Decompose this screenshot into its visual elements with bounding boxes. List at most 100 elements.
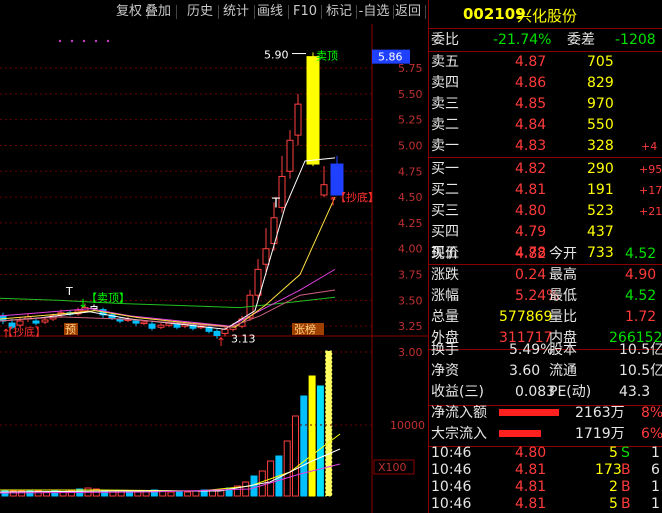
candle-body	[41, 319, 49, 323]
tick-row: 10:46 4.80 5 S 1	[429, 445, 662, 462]
fund-label-2: PE(动)	[549, 384, 592, 400]
down-arrow-icon: ↓	[78, 297, 88, 311]
stat-row: 现价 4.82 今开 4.52	[429, 244, 662, 265]
tick-volume: 2	[609, 479, 618, 495]
volume-bar	[308, 375, 316, 497]
low-price-label: 3.13	[231, 333, 256, 346]
tick-volume: 5	[609, 496, 618, 512]
flow-value: 2163万	[575, 405, 625, 421]
ma-line-green	[0, 296, 336, 309]
tick-price: 4.81	[515, 479, 547, 495]
ask-price: 4.83	[515, 138, 547, 154]
stat-label-1: 现价	[431, 246, 459, 262]
candle-body	[148, 323, 156, 329]
buy-bottom-tag-right: 【抄底】	[335, 190, 379, 204]
marker-dot	[58, 39, 62, 43]
weibi-label: 委比	[431, 32, 459, 48]
ask-price: 4.85	[515, 96, 547, 112]
toolbar-button-6[interactable]: 标记	[324, 3, 354, 21]
volume-bar	[283, 440, 291, 497]
candle-body	[306, 56, 320, 165]
bid-label: 买二	[431, 182, 459, 198]
toolbar-button-4[interactable]: 画线	[254, 3, 286, 21]
bid-row[interactable]: 买三 4.80 523 +21	[429, 201, 662, 222]
tick-side: B	[621, 479, 631, 495]
fund-value-2: 43.3	[619, 384, 651, 400]
ask-row[interactable]: 卖四 4.86 829	[429, 73, 662, 94]
stat-value-2: 4.90	[625, 267, 657, 283]
bid-row[interactable]: 买二 4.81 191 +17	[429, 180, 662, 201]
marker-dot	[70, 39, 74, 43]
bid-volume: 523	[587, 203, 614, 219]
toolbar-button-2[interactable]: 历史	[184, 3, 216, 21]
toolbar: 复权 叠加 历史 统计 画线 F10 标记 -自选 返回	[0, 0, 428, 24]
candle-body	[221, 328, 229, 334]
fund-value-1: 3.60	[509, 363, 541, 379]
stat-label-2: 最高	[549, 267, 577, 283]
price-label-6: 4.25	[398, 217, 423, 230]
toolbar-button-7[interactable]: -自选	[357, 3, 391, 21]
stat-value-1: 4.82	[515, 246, 547, 262]
flow-label: 净流入额	[431, 405, 487, 421]
volume-bar	[325, 350, 333, 497]
bid-price: 4.82	[515, 161, 547, 177]
ask-row[interactable]: 卖三 4.85 970	[429, 94, 662, 115]
price-label-9: 3.50	[398, 294, 423, 307]
candle-body	[320, 184, 328, 196]
ask-label: 卖五	[431, 54, 459, 70]
volume-bar	[134, 491, 142, 497]
toolbar-button-1[interactable]: 叠加	[142, 3, 174, 21]
stock-name: 兴化股份	[517, 7, 578, 25]
tick-row: 10:46 4.81 2 B 1	[429, 479, 662, 496]
up-arrow-icon: ↑	[216, 335, 226, 349]
fund-label-2: 流通	[549, 363, 577, 379]
volume-bar	[175, 490, 183, 497]
fundamental-row: 净资 3.60 流通 10.5亿	[429, 361, 662, 382]
ma-line-pink	[0, 289, 336, 328]
bid-label: 买三	[431, 203, 459, 219]
tick-time: 10:46	[431, 445, 472, 461]
bid-change: +17	[639, 184, 662, 197]
bid-price: 4.80	[515, 203, 547, 219]
price-label-11: 3.00	[398, 346, 423, 359]
stat-label-1: 涨幅	[431, 288, 459, 304]
tick-time: 10:46	[431, 462, 472, 478]
ask-label: 卖四	[431, 75, 459, 91]
stat-label-2: 今开	[549, 246, 577, 262]
tick-row: 10:46 4.81 173 B 6	[429, 462, 662, 479]
toolbar-separator	[288, 5, 289, 19]
candle-body	[254, 268, 262, 296]
bid-change: +95	[639, 163, 662, 176]
price-label-8: 3.75	[398, 269, 423, 282]
ask-label: 卖一	[431, 138, 459, 154]
ask-row[interactable]: 卖五 4.87 705	[429, 52, 662, 73]
price-label-5: 4.50	[398, 191, 423, 204]
volume-bar	[300, 395, 308, 497]
ask-row[interactable]: 卖二 4.84 550	[429, 115, 662, 136]
toolbar-button-5[interactable]: F10	[291, 3, 319, 21]
flow-label: 大宗流入	[431, 426, 487, 442]
volume-scale-label: 10000	[390, 419, 425, 432]
ask-row[interactable]: 卖一 4.83 328 +4	[429, 136, 662, 157]
bid-row[interactable]: 买四 4.79 437	[429, 222, 662, 243]
ask-volume: 550	[587, 117, 614, 133]
stat-value-1: 0.24	[515, 267, 547, 283]
flow-bar	[499, 409, 559, 416]
flow-pct: 6%	[641, 426, 662, 442]
stock-header: 002109 兴化股份	[429, 0, 662, 29]
toolbar-button-0[interactable]: 复权	[113, 3, 145, 21]
marker-dot	[106, 39, 110, 43]
tick-count: 6	[651, 462, 660, 478]
toolbar-button-8[interactable]: 返回	[393, 3, 423, 21]
fundamental-row: 换手 5.49% 股本 10.5亿	[429, 340, 662, 361]
kline-chart[interactable]: 5.75 5.50 5.25 5.00 4.75 4.50 4.25 4.00 3.75 3.50…	[0, 24, 428, 513]
tick-price: 4.81	[515, 496, 547, 512]
stat-row: 总量 577869 量比 1.72	[429, 307, 662, 328]
sell-top-tag-left: 【卖顶】	[86, 291, 130, 304]
toolbar-button-3[interactable]: 统计	[220, 3, 252, 21]
bid-row[interactable]: 买一 4.82 290 +95	[429, 159, 662, 180]
stat-label-2: 最低	[549, 288, 577, 304]
tick-side: B	[621, 462, 631, 478]
tick-time: 10:46	[431, 479, 472, 495]
volume-bar	[250, 475, 258, 497]
